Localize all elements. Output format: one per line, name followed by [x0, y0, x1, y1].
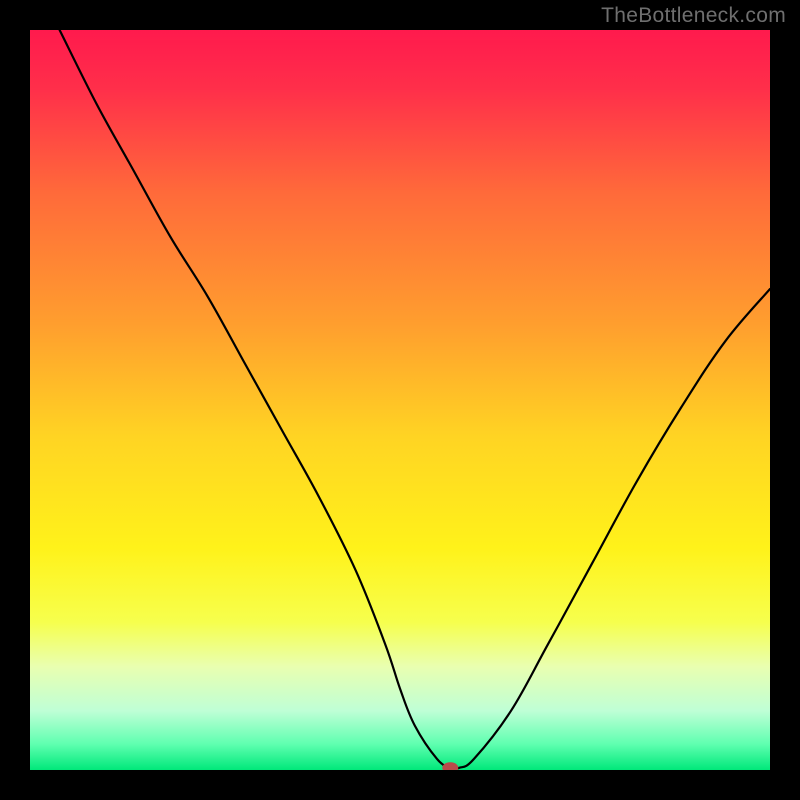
chart-frame: TheBottleneck.com	[0, 0, 800, 800]
bottleneck-chart	[30, 30, 770, 770]
gradient-background	[30, 30, 770, 770]
watermark-label: TheBottleneck.com	[601, 4, 786, 28]
plot-area	[30, 30, 770, 770]
